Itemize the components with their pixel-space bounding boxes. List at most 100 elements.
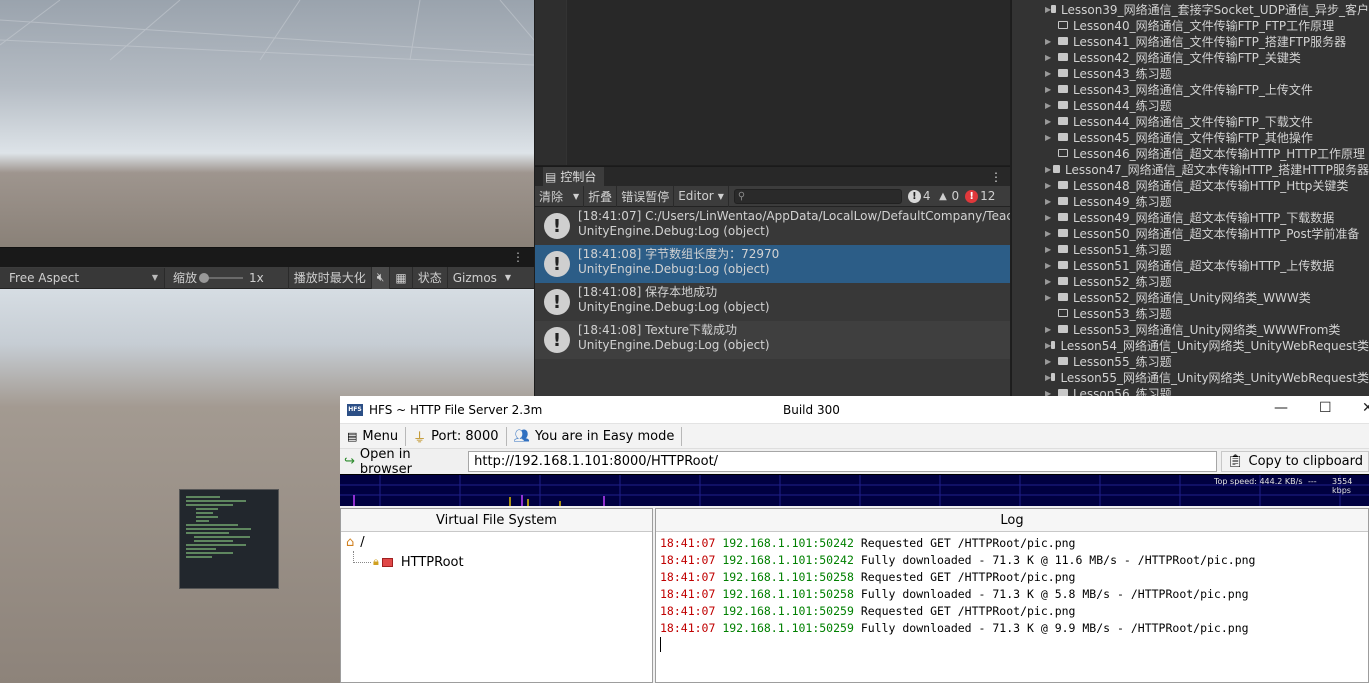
clear-button[interactable]: 清除 ▼	[535, 185, 585, 207]
expand-arrow-icon[interactable]: ▶	[1045, 117, 1058, 126]
log-entry-selected[interactable]: ! [18:41:08] 字节数组长度为：72970 UnityEngine.De…	[535, 245, 1010, 283]
plug-icon: ⏚	[413, 430, 427, 446]
project-folder-item[interactable]: ▶ Lesson42_网络通信_文件传输FTP_关键类	[1012, 49, 1369, 65]
log-entry[interactable]: ! [18:41:07] C:/Users/LinWentao/AppData/…	[535, 207, 1010, 245]
log-entry-message: [18:41:08] 字节数组长度为：72970	[578, 247, 780, 261]
error-toggle[interactable]: ! 12	[965, 189, 995, 203]
expand-arrow-icon[interactable]: ▶	[1045, 277, 1058, 286]
log-time: 18:41:07	[660, 604, 716, 618]
stats-button[interactable]: 状态	[411, 266, 447, 289]
log-entry-stack: UnityEngine.Debug:Log (object)	[578, 300, 770, 314]
project-folder-item[interactable]: ▶ Lesson55_练习题	[1012, 353, 1369, 369]
copy-to-clipboard-button[interactable]: 📋︎ Copy to clipboard	[1221, 451, 1369, 472]
expand-arrow-icon[interactable]: ▶	[1045, 133, 1058, 142]
editor-dropdown[interactable]: Editor ▼	[674, 185, 729, 207]
project-folder-label: Lesson44_网络通信_文件传输FTP_下载文件	[1073, 114, 1313, 129]
url-field[interactable]: http://192.168.1.101:8000/HTTPRoot/	[468, 451, 1218, 472]
log-entry[interactable]: ! [18:41:08] Texture下载成功 UnityEngine.Debu…	[535, 321, 1010, 359]
mute-audio-icon[interactable]: 🔇︎	[370, 266, 390, 289]
expand-arrow-icon[interactable]: ▶	[1045, 357, 1058, 366]
log-panel[interactable]: Log 18:41:07 192.168.1.101:50242 Request…	[655, 508, 1369, 683]
maximize-on-play-button[interactable]: 播放时最大化	[287, 266, 371, 289]
more-options-icon[interactable]: ⋮	[990, 170, 1002, 184]
expand-arrow-icon[interactable]: ▶	[1045, 53, 1058, 62]
tab-console[interactable]: ▤ 控制台	[543, 166, 605, 187]
project-folder-item[interactable]: ▶ Lesson52_网络通信_Unity网络类_WWW类	[1012, 289, 1369, 305]
open-in-browser-button[interactable]: ↪ Open in browser	[340, 447, 465, 477]
project-folder-item[interactable]: ▶ Lesson51_网络通信_超文本传输HTTP_上传数据	[1012, 257, 1369, 273]
log-line: 18:41:07 192.168.1.101:50258 Fully downl…	[656, 586, 1368, 603]
minimize-button[interactable]: —	[1274, 400, 1288, 416]
expand-arrow-icon[interactable]: ▶	[1045, 325, 1058, 334]
mode-button[interactable]: 👥︎ You are in Easy mode	[507, 426, 683, 446]
project-folder-item[interactable]: ▶ Lesson44_网络通信_文件传输FTP_下载文件	[1012, 113, 1369, 129]
console-search-input[interactable]: ⚲	[733, 188, 902, 204]
scale-slider[interactable]	[199, 272, 244, 283]
maximize-button[interactable]: ☐	[1319, 400, 1332, 416]
project-folder-item[interactable]: ▶ Lesson44_练习题	[1012, 97, 1369, 113]
port-button[interactable]: ⏚ Port: 8000	[406, 426, 507, 446]
project-folder-label: Lesson46_网络通信_超文本传输HTTP_HTTP工作原理	[1073, 146, 1365, 161]
slider-knob[interactable]	[199, 272, 210, 283]
project-folder-item[interactable]: ▶ Lesson56_练习题	[1012, 385, 1369, 396]
expand-arrow-icon[interactable]: ▶	[1045, 389, 1058, 397]
expand-arrow-icon[interactable]: ▶	[1045, 229, 1058, 238]
open-in-browser-label: Open in browser	[359, 446, 412, 477]
expand-arrow-icon[interactable]: ▶	[1045, 181, 1058, 190]
info-toggle[interactable]: ! 4	[907, 189, 931, 203]
project-folder-item[interactable]: ▶ Lesson47_网络通信_超文本传输HTTP_搭建HTTP服务器	[1012, 161, 1369, 177]
aspect-dropdown[interactable]: Free Aspect ▼	[0, 267, 165, 288]
project-folder-label: Lesson56_练习题	[1073, 386, 1172, 397]
project-folder-item[interactable]: Lesson46_网络通信_超文本传输HTTP_HTTP工作原理	[1012, 145, 1369, 161]
project-folder-item[interactable]: ▶ Lesson54_网络通信_Unity网络类_UnityWebRequest类	[1012, 337, 1369, 353]
scene-view[interactable]	[0, 0, 534, 247]
expand-arrow-icon[interactable]: ▶	[1045, 197, 1058, 206]
expand-arrow-icon[interactable]: ▶	[1045, 261, 1058, 270]
log-entry[interactable]: ! [18:41:08] 保存本地成功 UnityEngine.Debug:Log…	[535, 283, 1010, 321]
gizmos-button[interactable]: Gizmos ▼	[446, 266, 516, 289]
project-folder-item[interactable]: ▶ Lesson53_网络通信_Unity网络类_WWWFrom类	[1012, 321, 1369, 337]
project-folder-item[interactable]: ▶ Lesson55_网络通信_Unity网络类_UnityWebRequest类	[1012, 369, 1369, 385]
project-folder-item[interactable]: ▶ Lesson39_网络通信_套接字Socket_UDP通信_异步_客户	[1012, 1, 1369, 17]
project-folder-item[interactable]: ▶ Lesson52_练习题	[1012, 273, 1369, 289]
project-folder-item[interactable]: ▶ Lesson48_网络通信_超文本传输HTTP_Http关键类	[1012, 177, 1369, 193]
log-line: 18:41:07 192.168.1.101:50258 Requested G…	[656, 569, 1368, 586]
project-folder-item[interactable]: Lesson40_网络通信_文件传输FTP_FTP工作原理	[1012, 17, 1369, 33]
vfs-folder-httproot[interactable]: 🔒︎ HTTPRoot	[341, 551, 652, 571]
hfs-title-bar[interactable]: HFS HFS ~ HTTP File Server 2.3m Build 30…	[340, 396, 1369, 423]
project-folder-item[interactable]: ▶ Lesson50_网络通信_超文本传输HTTP_Post学前准备	[1012, 225, 1369, 241]
project-folder-item[interactable]: ▶ Lesson49_网络通信_超文本传输HTTP_下载数据	[1012, 209, 1369, 225]
project-folder-item[interactable]: ▶ Lesson49_练习题	[1012, 193, 1369, 209]
project-folder-item[interactable]: ▶ Lesson43_练习题	[1012, 65, 1369, 81]
project-folder-item[interactable]: Lesson53_练习题	[1012, 305, 1369, 321]
collapse-button[interactable]: 折叠	[584, 185, 618, 207]
expand-arrow-icon[interactable]: ▶	[1045, 101, 1058, 110]
log-address: 192.168.1.101:50259	[722, 621, 854, 635]
project-folder-label: Lesson47_网络通信_超文本传输HTTP_搭建HTTP服务器	[1065, 162, 1369, 177]
project-folder-label: Lesson55_练习题	[1073, 354, 1172, 369]
expand-arrow-icon[interactable]: ▶	[1045, 85, 1058, 94]
project-folder-item[interactable]: ▶ Lesson45_网络通信_文件传输FTP_其他操作	[1012, 129, 1369, 145]
virtual-file-system-panel[interactable]: Virtual File System ⌂ / 🔒︎ HTTPRoot	[340, 508, 653, 683]
console-icon: ▤	[545, 169, 557, 184]
log-time: 18:41:07	[660, 553, 716, 567]
expand-arrow-icon[interactable]: ▶	[1045, 213, 1058, 222]
project-folder-item[interactable]: ▶ Lesson51_练习题	[1012, 241, 1369, 257]
log-lines: 18:41:07 192.168.1.101:50242 Requested G…	[656, 532, 1368, 637]
display-grid-icon[interactable]: ▦	[389, 266, 411, 289]
expand-arrow-icon[interactable]: ▶	[1045, 69, 1058, 78]
expand-arrow-icon[interactable]: ▶	[1045, 245, 1058, 254]
project-folder-item[interactable]: ▶ Lesson41_网络通信_文件传输FTP_搭建FTP服务器	[1012, 33, 1369, 49]
error-pause-button[interactable]: 错误暂停	[617, 185, 675, 207]
expand-arrow-icon[interactable]: ▶	[1045, 293, 1058, 302]
project-folder-item[interactable]: ▶ Lesson43_网络通信_文件传输FTP_上传文件	[1012, 81, 1369, 97]
expand-arrow-icon[interactable]: ▶	[1045, 37, 1058, 46]
vfs-folder-label: HTTPRoot	[400, 554, 464, 570]
vfs-root-node[interactable]: ⌂ /	[341, 532, 652, 553]
close-button[interactable]: ✕	[1362, 400, 1369, 416]
more-options-icon[interactable]: ⋮	[512, 250, 524, 264]
warning-toggle[interactable]: ▲ 0	[937, 189, 959, 203]
menu-button[interactable]: ▤ Menu	[340, 426, 407, 446]
expand-arrow-icon[interactable]: ▶	[1045, 165, 1053, 174]
url-bar: ↪ Open in browser http://192.168.1.101:80…	[340, 447, 1369, 477]
